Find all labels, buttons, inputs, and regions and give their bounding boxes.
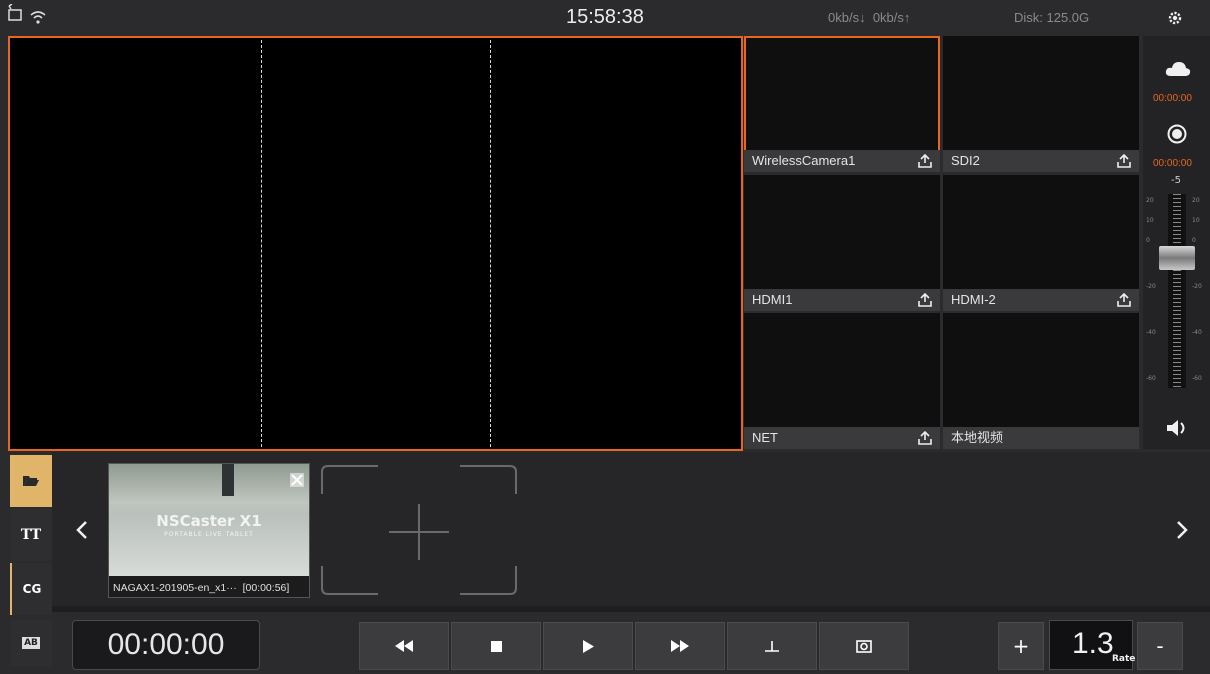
meter-scale-left: 20 10 0 -20 -40 -60 (1146, 197, 1156, 382)
media-caption: NAGAX1-201905-en_x1··· [00:00:56] (113, 582, 290, 594)
import-icon[interactable] (1117, 153, 1131, 169)
chevron-right-icon[interactable] (1176, 520, 1188, 544)
mark-point-button[interactable] (727, 622, 817, 670)
meter-scale-right: 20 10 0 -20 -40 -60 (1192, 197, 1202, 382)
tab-cg[interactable]: CG (10, 563, 52, 615)
record-icon[interactable] (1167, 124, 1187, 148)
audio-meter-panel: 00:00:00 00:00:00 -5 20 10 0 -20 -40 -60… (1143, 36, 1210, 449)
import-icon[interactable] (918, 430, 932, 446)
media-scrollbar[interactable] (52, 606, 1210, 612)
mark-point-icon (765, 641, 779, 652)
rate-decrease-button[interactable]: - (1137, 622, 1183, 670)
thumb-title: NSCaster X1 (156, 512, 262, 530)
stop-button[interactable] (451, 622, 541, 670)
rewind-button[interactable] (359, 622, 449, 670)
import-icon[interactable] (918, 153, 932, 169)
disk-space: Disk: 125.0G (1014, 10, 1090, 25)
close-icon[interactable] (289, 472, 305, 492)
source-label: HDMI-2 (943, 289, 1139, 311)
source-tile-2[interactable]: SDI2 (943, 36, 1139, 172)
status-bar: 15:58:38 0kb/s↓ 0kb/s↑ Disk: 125.0G (0, 0, 1210, 36)
rate-display: 1.3 Rate (1049, 620, 1136, 670)
play-icon (582, 639, 594, 653)
snapshot-button[interactable] (819, 622, 909, 670)
source-tile-5[interactable]: NET (744, 313, 940, 449)
add-media-icon (321, 465, 517, 595)
volume-fader[interactable]: 20 10 0 -20 -40 -60 20 10 0 -20 -40 -60 (1146, 188, 1208, 394)
import-icon[interactable] (918, 292, 932, 308)
preview-guide-line (261, 40, 262, 447)
download-arrow: ↓ (859, 10, 866, 25)
add-media-button[interactable] (320, 464, 518, 596)
source-label: HDMI1 (744, 289, 940, 311)
thumb-subtitle: PORTABLE LIVE TABLET (164, 531, 254, 538)
source-label: WirelessCamera1 (744, 150, 940, 172)
upload-speed: 0kb/s (872, 10, 904, 25)
upload-arrow: ↑ (903, 10, 911, 25)
source-label: 本地视频 (943, 427, 1139, 449)
rate-increase-button[interactable]: + (998, 622, 1044, 670)
level-readout: -5 (1171, 175, 1181, 186)
source-label: SDI2 (943, 150, 1139, 172)
settings-gear-icon[interactable] (1167, 10, 1183, 30)
fader-knob[interactable] (1159, 246, 1195, 270)
rate-label: Rate (1112, 654, 1136, 664)
tab-text[interactable]: TT (10, 509, 52, 561)
fast-forward-icon (671, 640, 689, 652)
import-icon[interactable] (1117, 292, 1131, 308)
fast-forward-button[interactable] (635, 622, 725, 670)
source-tile-3[interactable]: HDMI1 (744, 175, 940, 311)
media-item[interactable]: NSCaster X1 PORTABLE LIVE TABLET NAGAX1-… (108, 463, 310, 598)
folder-icon (23, 476, 39, 486)
rewind-icon (395, 640, 413, 652)
fader-ticks (1173, 194, 1181, 388)
clock: 15:58:38 (566, 6, 644, 28)
program-preview[interactable] (8, 36, 743, 451)
speaker-icon[interactable] (1165, 418, 1189, 442)
cloud-stream-icon[interactable] (1165, 60, 1191, 82)
tab-ab[interactable]: AB (10, 620, 52, 666)
thumb-figure (222, 464, 234, 496)
playback-timecode: 00:00:00 (72, 620, 260, 670)
source-tile-6[interactable]: 本地视频 (943, 313, 1139, 449)
rate-value: 1.3 (1072, 627, 1114, 660)
media-thumbnail: NSCaster X1 PORTABLE LIVE TABLET (109, 464, 309, 576)
preview-guide-line (490, 40, 491, 447)
network-speed: 0kb/s↓ 0kb/s↑ (828, 10, 910, 25)
tab-media-folder[interactable] (10, 455, 52, 507)
source-tile-4[interactable]: HDMI-2 (943, 175, 1139, 311)
chevron-left-icon[interactable] (76, 520, 88, 544)
download-speed: 0kb/s (828, 10, 860, 25)
snapshot-icon (856, 640, 872, 653)
stop-icon (490, 640, 502, 652)
play-button[interactable] (543, 622, 633, 670)
cast-icon[interactable] (8, 3, 22, 26)
record-timer: 00:00:00 (1153, 158, 1192, 169)
source-tile-1[interactable]: WirelessCamera1 (744, 36, 940, 172)
source-label: NET (744, 427, 940, 449)
wifi-icon (30, 9, 46, 28)
stream-timer: 00:00:00 (1153, 93, 1192, 104)
